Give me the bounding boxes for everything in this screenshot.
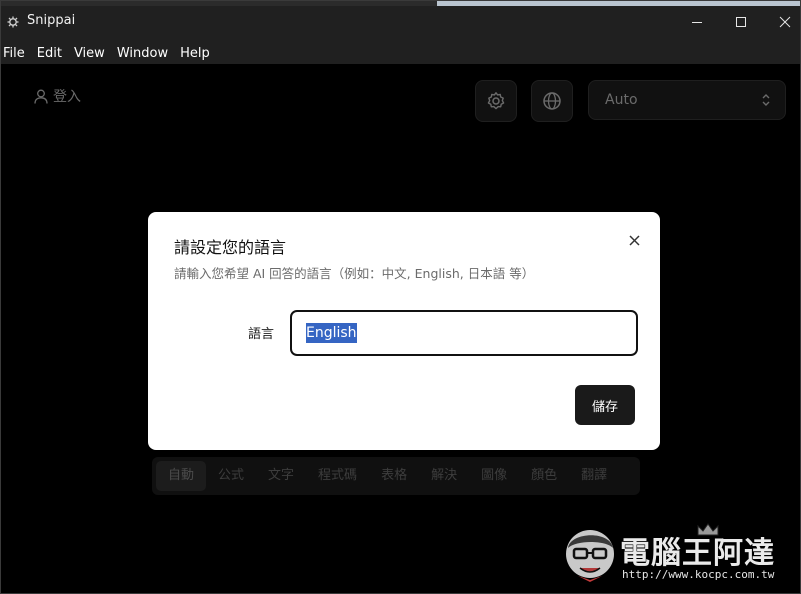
save-button[interactable]: 儲存 — [575, 385, 635, 425]
tab-solve[interactable]: 解決 — [419, 461, 469, 491]
model-select-value: Auto — [605, 92, 638, 108]
language-dialog: 請設定您的語言 請輸入您希望 AI 回答的語言（例如：中文, English, … — [148, 212, 660, 450]
settings-button[interactable] — [475, 80, 517, 122]
tab-formula[interactable]: 公式 — [206, 461, 256, 491]
maximize-button[interactable] — [721, 10, 761, 34]
tab-image[interactable]: 圖像 — [469, 461, 519, 491]
watermark: 電腦王阿達 http://www.kocpc.com.tw — [562, 522, 798, 588]
language-input-value: English — [306, 323, 357, 343]
login-button[interactable]: 登入 — [34, 86, 81, 106]
menu-help[interactable]: Help — [180, 46, 210, 61]
login-label: 登入 — [53, 89, 81, 105]
tab-code[interactable]: 程式碼 — [306, 461, 369, 491]
minimize-button[interactable] — [677, 10, 717, 34]
language-button[interactable] — [531, 80, 573, 122]
menu-file[interactable]: File — [3, 46, 25, 61]
top-edge-strip — [0, 0, 801, 6]
maximize-icon — [736, 17, 746, 27]
title-bar[interactable]: Snippai — [0, 0, 801, 42]
tab-color[interactable]: 顏色 — [519, 461, 569, 491]
tab-table[interactable]: 表格 — [369, 461, 419, 491]
menu-edit[interactable]: Edit — [37, 46, 62, 61]
tab-translate[interactable]: 翻譯 — [569, 461, 619, 491]
language-field-label: 語言 — [248, 327, 275, 342]
globe-icon — [543, 92, 561, 110]
close-icon — [779, 16, 791, 28]
app-window: Snippai File Edit View Window Help 登入 Au… — [0, 0, 801, 594]
model-select[interactable]: Auto — [588, 80, 786, 120]
gear-icon — [487, 92, 505, 110]
mascot-icon — [566, 530, 614, 582]
dialog-title: 請設定您的語言 — [174, 238, 287, 257]
menu-view[interactable]: View — [74, 46, 105, 61]
watermark-title: 電腦王阿達 — [620, 536, 775, 571]
tab-text[interactable]: 文字 — [256, 461, 306, 491]
tab-auto[interactable]: 自動 — [156, 461, 207, 491]
watermark-url: http://www.kocpc.com.tw — [622, 568, 775, 581]
app-icon — [7, 16, 19, 28]
dialog-description: 請輸入您希望 AI 回答的語言（例如：中文, English, 日本語 等） — [174, 266, 535, 281]
chevron-up-down-icon — [762, 94, 770, 106]
window-title: Snippai — [27, 13, 76, 28]
user-icon — [34, 89, 48, 104]
menu-window[interactable]: Window — [117, 46, 168, 61]
menu-bar: File Edit View Window Help — [0, 42, 801, 64]
language-input[interactable]: English — [290, 310, 638, 356]
close-icon — [628, 234, 640, 246]
minimize-icon — [692, 22, 702, 23]
mode-tabs: 自動 公式 文字 程式碼 表格 解決 圖像 顏色 翻譯 — [152, 457, 640, 495]
close-window-button[interactable] — [765, 10, 801, 34]
dialog-close-button[interactable] — [622, 228, 646, 252]
